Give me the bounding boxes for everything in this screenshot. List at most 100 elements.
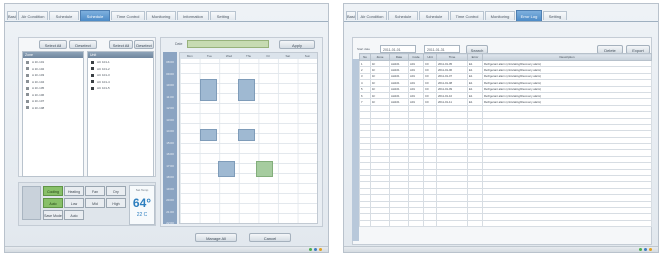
end-date-field[interactable]: 2011-01-31 — [424, 45, 460, 53]
column-header[interactable]: Zone — [370, 53, 390, 61]
tab-information[interactable]: Information — [177, 11, 209, 20]
checkbox-icon[interactable] — [26, 106, 29, 110]
cancel-button[interactable]: Cancel — [249, 233, 291, 242]
zone-list-item[interactable]: A 1F-101 — [26, 60, 44, 65]
zone-name: A 1F-103 — [32, 73, 45, 77]
checkbox-icon[interactable] — [91, 86, 94, 90]
tab-air-condition[interactable]: Air Condition — [18, 11, 48, 20]
mode-button[interactable]: Auto — [43, 198, 63, 208]
table-cell — [408, 219, 424, 228]
time-column: 08:00 09:00 10:00 11:00 12:00 13:00 14:00 15:00… — [163, 52, 177, 225]
date-field[interactable] — [187, 40, 269, 48]
unit-list-item[interactable]: AC 101-2 — [91, 67, 110, 72]
tab-schedule[interactable]: Schedule — [49, 11, 79, 20]
status-bar — [5, 246, 328, 252]
mode-label-column — [22, 186, 41, 220]
column-header[interactable]: Description — [482, 53, 652, 61]
zone-list-item[interactable]: A 1F-103 — [26, 73, 44, 78]
tab-monitoring[interactable]: Monitoring — [146, 11, 176, 20]
schedule-block[interactable] — [238, 129, 255, 141]
checkbox-icon[interactable] — [26, 73, 29, 77]
zone-select-all-button[interactable]: Select All — [39, 40, 67, 49]
tab-schedule[interactable]: Schedule — [419, 11, 449, 20]
tab-air-condition[interactable]: Air Condition — [357, 11, 387, 20]
mode-button[interactable]: Heating — [64, 186, 84, 196]
checkbox-icon[interactable] — [91, 67, 94, 71]
unit-select-all-button[interactable]: Select All — [109, 40, 133, 49]
time-label: 16:00 — [166, 152, 174, 156]
mode-button[interactable]: Fan — [85, 186, 105, 196]
checkbox-icon[interactable] — [26, 60, 29, 64]
checkbox-icon[interactable] — [91, 73, 94, 77]
checkbox-icon[interactable] — [26, 86, 29, 90]
day-header: Wed — [225, 54, 233, 58]
schedule-block[interactable] — [238, 79, 255, 101]
temperature-subvalue: 22 C — [136, 212, 148, 218]
mode-button[interactable]: Mid — [85, 198, 105, 208]
tab-time-control[interactable]: Time Control — [111, 11, 145, 20]
time-label: 11:00 — [166, 94, 174, 99]
time-label: 09:00 — [166, 71, 174, 76]
table-cell — [359, 219, 371, 228]
checkbox-icon[interactable] — [26, 99, 29, 103]
tab-time-control[interactable]: Time Control — [450, 11, 484, 20]
checkbox-icon[interactable] — [91, 60, 94, 64]
zone-list-item[interactable]: A 1F-107 — [26, 99, 44, 104]
mode-button[interactable]: Cooling — [43, 186, 63, 196]
column-header[interactable]: Unit — [423, 53, 437, 61]
control-panel: Cooling Heating Fan Dry Auto Low Mid High Save M… — [18, 182, 156, 226]
tab-error-log[interactable]: Error Log — [516, 10, 542, 21]
time-label: 13:00 — [166, 117, 174, 122]
unit-list-item[interactable]: AC 101-4 — [91, 80, 110, 85]
unit-list-item[interactable]: AC 101-1 — [91, 60, 110, 65]
schedule-grid[interactable]: Mon Tue Wed Thu Fri Sat Sun — [179, 52, 318, 224]
checkbox-icon[interactable] — [26, 67, 29, 71]
table-row-empty[interactable] — [359, 219, 652, 228]
checkbox-icon[interactable] — [26, 93, 29, 97]
zone-deselect-button[interactable]: Deselect — [69, 40, 97, 49]
tab-basic[interactable]: Basic — [346, 11, 356, 20]
zone-list-item[interactable]: A 1F-105 — [26, 86, 44, 91]
unit-list-item[interactable]: AC 101-5 — [91, 86, 110, 91]
tab-setting[interactable]: Setting — [210, 11, 236, 20]
mode-button[interactable]: High — [106, 198, 126, 208]
apply-button[interactable]: Apply — [279, 40, 315, 49]
schedule-block[interactable] — [200, 129, 217, 141]
table-cell — [423, 219, 437, 228]
checkbox-icon[interactable] — [26, 80, 29, 84]
column-header[interactable]: No — [359, 53, 371, 61]
zone-list-item[interactable]: A 1F-106 — [26, 93, 44, 98]
checkbox-icon[interactable] — [91, 80, 94, 84]
manage-all-button[interactable]: Manage All — [195, 233, 237, 242]
zone-list-item[interactable]: A 1F-102 — [26, 67, 44, 72]
zone-list-item[interactable]: A 1F-108 — [26, 106, 44, 111]
time-label: 12:00 — [166, 106, 174, 110]
start-date-field[interactable]: 2011-01-01 — [380, 45, 416, 53]
mode-button[interactable]: Dry — [106, 186, 126, 196]
tab-setting[interactable]: Setting — [543, 11, 567, 20]
mode-button[interactable]: Low — [64, 198, 84, 208]
schedule-block[interactable] — [200, 79, 217, 101]
column-header[interactable]: Time — [436, 53, 468, 61]
column-header[interactable]: Code — [408, 53, 424, 61]
tab-schedule[interactable]: Schedule — [388, 11, 418, 20]
unit-deselect-button[interactable]: Deselect — [134, 40, 154, 49]
unit-list-item[interactable]: AC 101-3 — [91, 73, 110, 78]
tab-basic[interactable]: Basic — [7, 11, 17, 20]
mode-button[interactable]: Save Mode — [43, 210, 63, 220]
mode-button[interactable]: Auto — [64, 210, 84, 220]
schedule-block[interactable] — [256, 161, 273, 177]
tab-bar: Basic Air Condition Schedule Schedule Time C… — [344, 10, 658, 22]
schedule-block[interactable] — [218, 161, 235, 177]
zone-name: A 1F-108 — [32, 105, 45, 110]
tab-schedule[interactable]: Schedule — [80, 10, 110, 21]
tray-icon — [314, 248, 317, 251]
time-label: 18:00 — [166, 175, 174, 179]
column-header[interactable]: Date — [389, 53, 409, 61]
time-label: 20:00 — [166, 198, 174, 202]
tray-icon — [319, 248, 322, 251]
tab-monitoring[interactable]: Monitoring — [485, 11, 515, 20]
column-header[interactable]: Error — [467, 53, 483, 61]
day-header: Mon — [186, 54, 193, 58]
zone-list-item[interactable]: A 1F-104 — [26, 80, 44, 85]
